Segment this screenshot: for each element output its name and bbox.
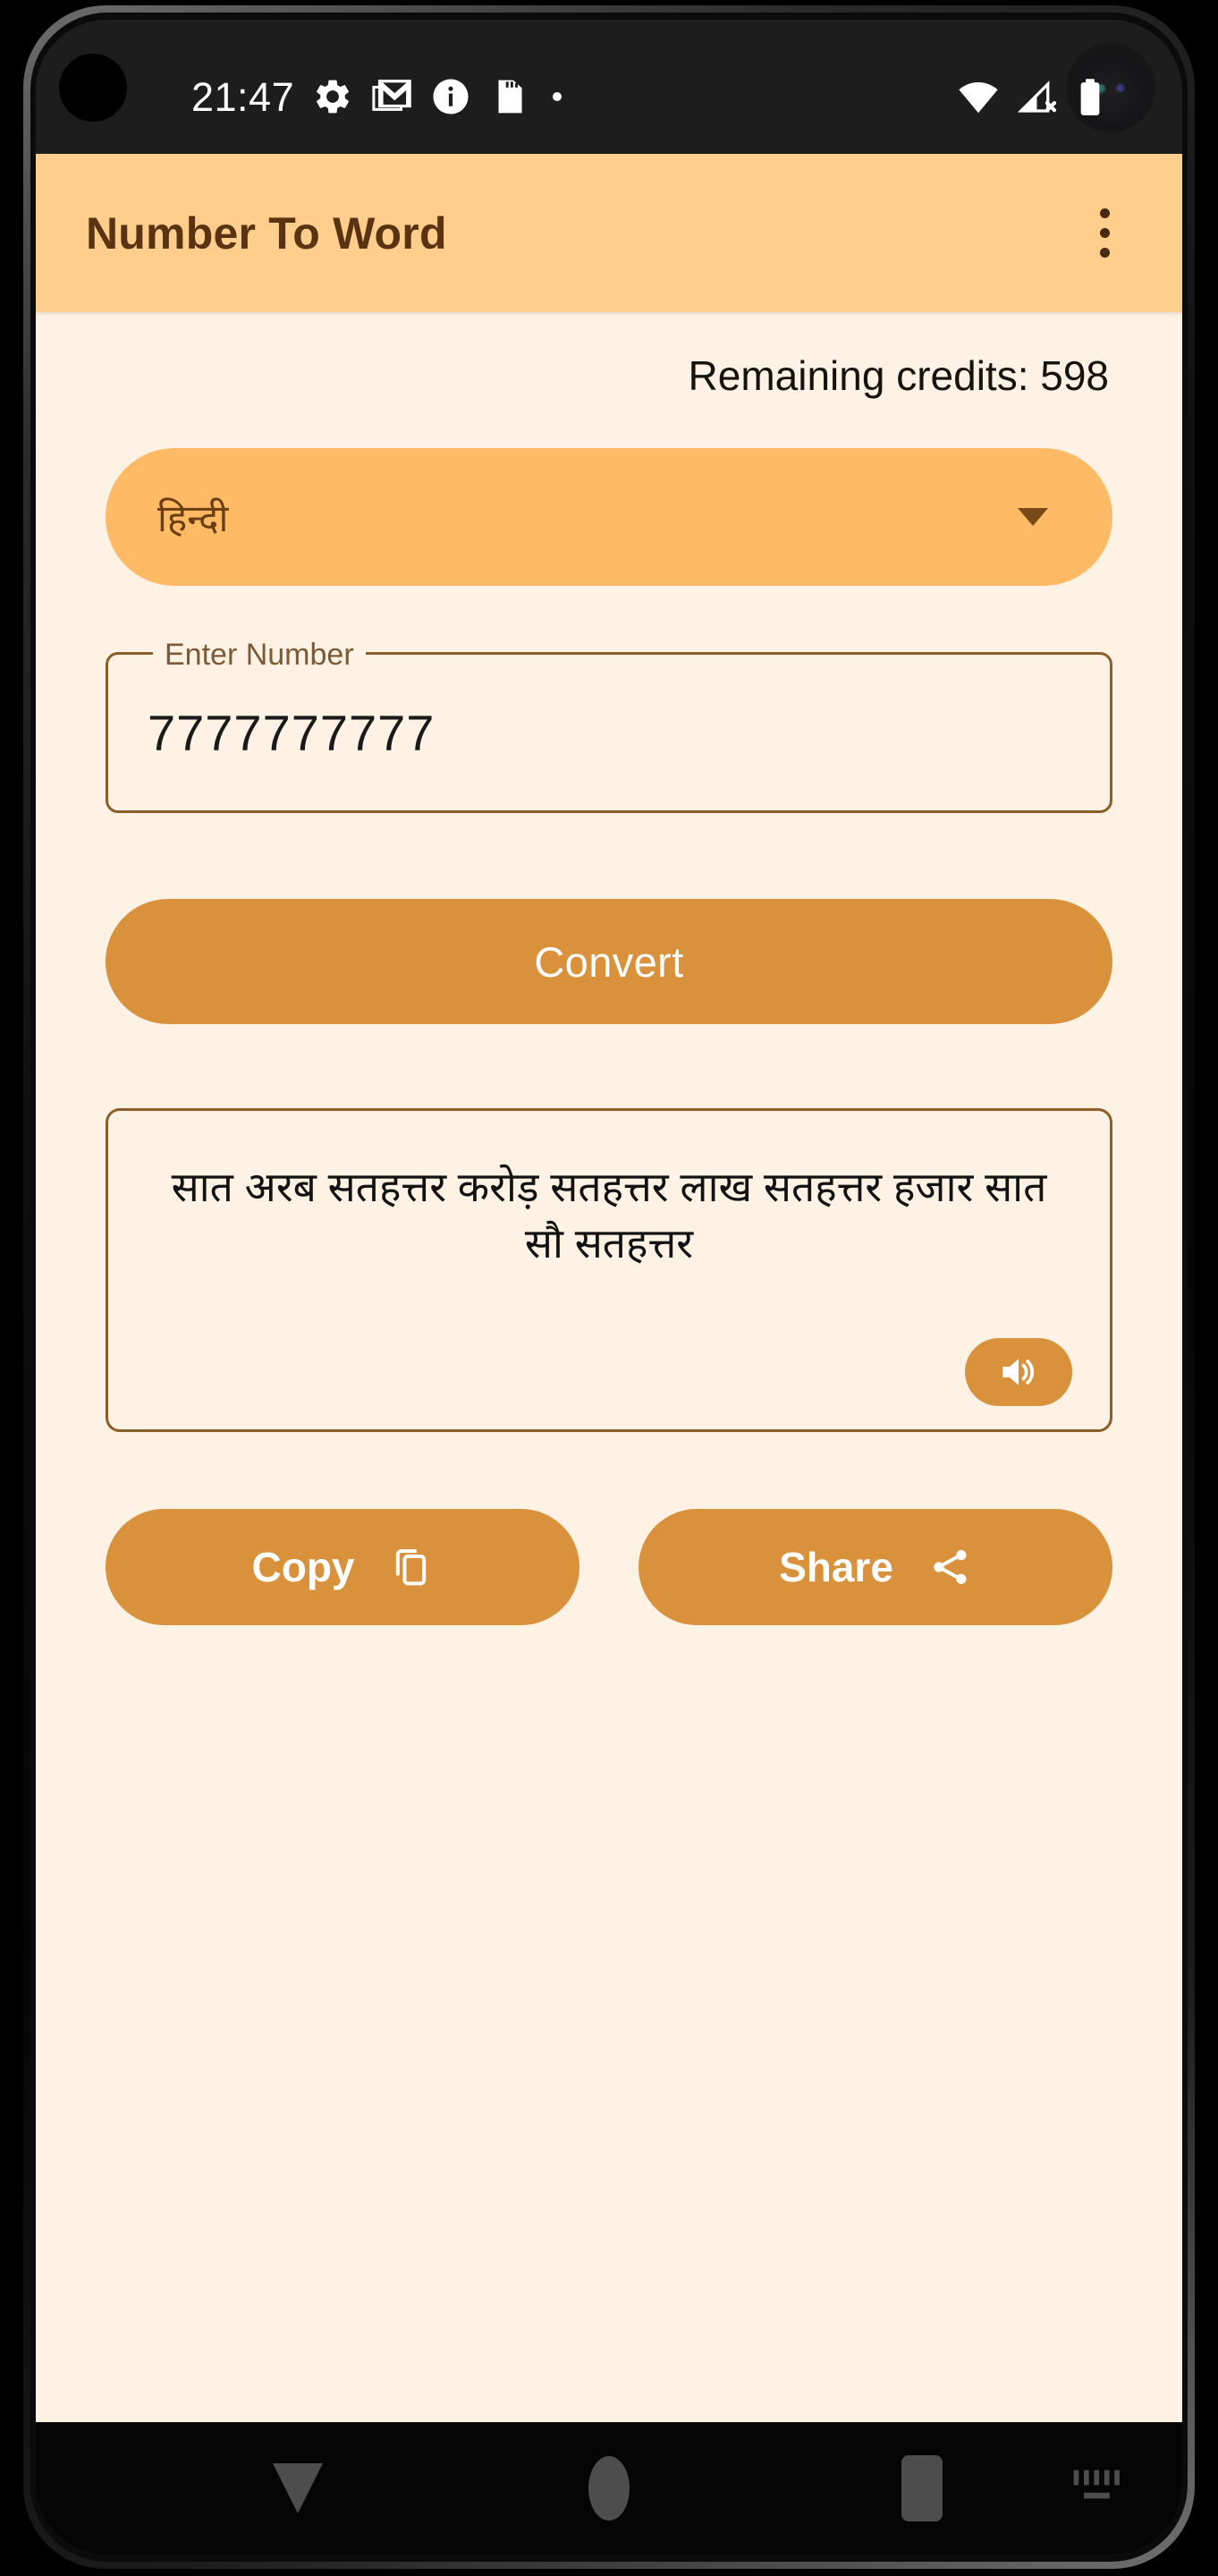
recents-square-icon[interactable] <box>873 2439 971 2538</box>
copy-button-label: Copy <box>251 1544 355 1590</box>
main-content: Remaining credits: 598 हिन्दी Enter Numb… <box>36 352 1182 1625</box>
back-triangle-glyph <box>273 2463 323 2513</box>
sd-card-icon <box>498 80 522 114</box>
info-icon <box>433 79 469 114</box>
language-dropdown-value: हिन्दी <box>157 496 229 539</box>
camera-punch-hole <box>59 54 127 122</box>
cellular-no-sim-icon <box>1018 80 1057 113</box>
copy-button[interactable]: Copy <box>106 1509 579 1625</box>
home-circle-icon[interactable] <box>560 2439 658 2538</box>
result-box: सात अरब सतहत्तर करोड़ सतहत्तर लाख सतहत्त… <box>106 1108 1112 1432</box>
gmail-icon <box>372 80 411 111</box>
app-bar: Number To Word <box>36 154 1182 312</box>
share-icon <box>934 1550 967 1584</box>
gear-icon <box>317 80 350 114</box>
status-bar: 21:47 <box>36 20 1182 154</box>
number-input[interactable] <box>148 703 1070 762</box>
number-input-label: Enter Number <box>153 635 366 674</box>
battery-icon <box>1080 79 1100 115</box>
page-title: Number To Word <box>86 208 447 258</box>
navigation-bar <box>36 2422 1182 2555</box>
copy-icon <box>395 1549 426 1586</box>
overflow-menu-icon[interactable] <box>1073 198 1136 269</box>
home-circle-glyph <box>588 2456 630 2521</box>
overflow-dot <box>1099 228 1110 238</box>
overflow-dot <box>1099 208 1110 218</box>
language-dropdown[interactable]: हिन्दी <box>106 448 1112 586</box>
share-button-label: Share <box>779 1544 893 1590</box>
status-clock: 21:47 <box>191 73 295 120</box>
back-triangle-icon[interactable] <box>249 2439 347 2538</box>
overflow-dot <box>1099 248 1110 258</box>
keyboard-switch-icon[interactable] <box>1055 2444 1145 2533</box>
result-text: सात अरब सतहत्तर करोड़ सतहत्तर लाख सतहत्त… <box>171 1164 1047 1267</box>
convert-button[interactable]: Convert <box>106 899 1112 1024</box>
app-content-area: Number To Word Remaining credits: 598 हि… <box>36 154 1182 2422</box>
phone-screen: 21:47 Number To Word Remaining credits: … <box>36 20 1182 2555</box>
remaining-credits-label: Remaining credits: 598 <box>688 352 1109 399</box>
status-bar-right <box>957 75 1104 120</box>
chevron-down-icon <box>1018 508 1048 526</box>
share-button[interactable]: Share <box>639 1509 1112 1625</box>
phone-frame: 21:47 Number To Word Remaining credits: … <box>0 0 1218 2576</box>
action-buttons-row: Copy Share <box>106 1509 1112 1625</box>
number-input-field[interactable]: Enter Number <box>106 635 1112 813</box>
status-bar-left: 21:47 <box>191 72 568 122</box>
recents-square-glyph <box>901 2455 943 2521</box>
wifi-icon <box>959 82 998 114</box>
dot-icon <box>553 92 562 101</box>
volume-up-icon[interactable] <box>965 1338 1072 1406</box>
